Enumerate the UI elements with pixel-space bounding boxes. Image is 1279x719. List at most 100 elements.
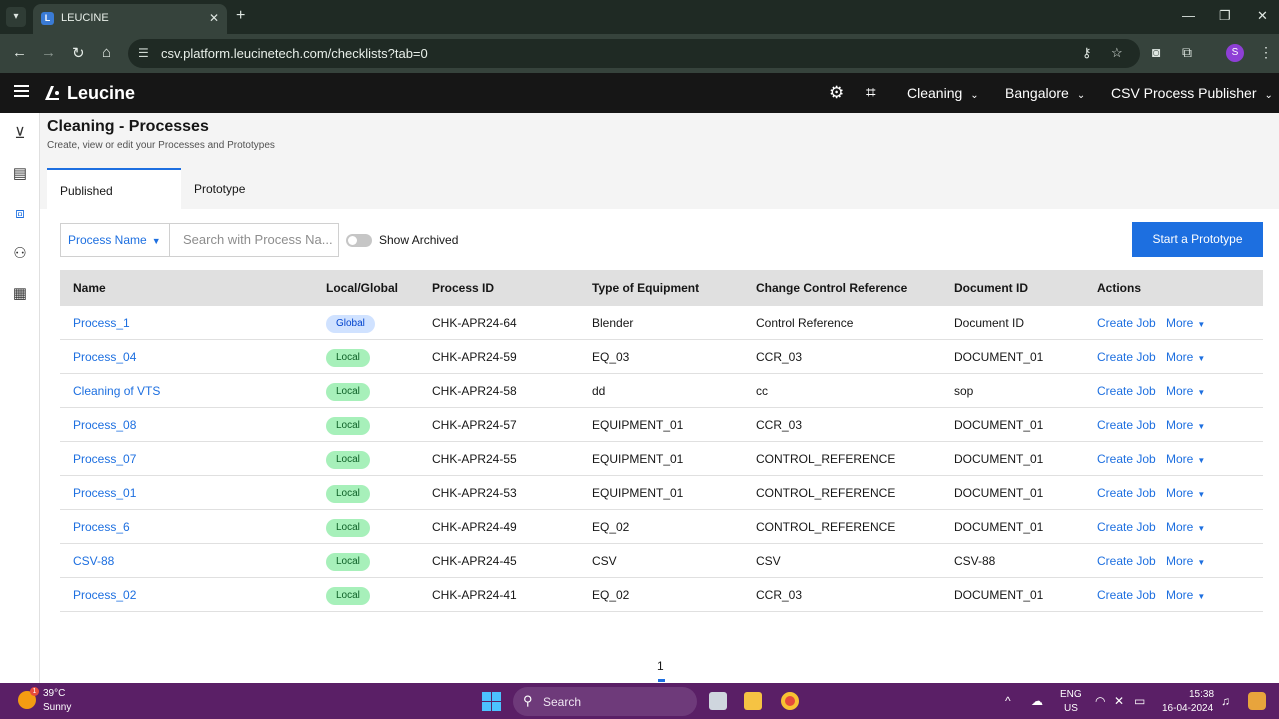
- show-archived-toggle[interactable]: [346, 234, 372, 247]
- processes-icon[interactable]: ⧈: [10, 204, 30, 224]
- create-job-link[interactable]: Create Job: [1097, 520, 1156, 534]
- search-field-select[interactable]: Process Name ▼: [60, 223, 170, 257]
- caret-down-icon: ▼: [1197, 456, 1206, 465]
- url-text[interactable]: csv.platform.leucinetech.com/checklists?…: [161, 46, 428, 61]
- tray-chevron-up-icon[interactable]: ^: [1005, 694, 1011, 708]
- reports-icon[interactable]: ▦: [10, 284, 30, 304]
- process-name-link[interactable]: Process_01: [73, 486, 136, 500]
- scope-badge: Local: [326, 485, 370, 503]
- ccr-cell: Control Reference: [756, 316, 854, 330]
- user-dropdown[interactable]: CSV Process Publisher ⌄: [1111, 85, 1273, 101]
- create-job-link[interactable]: Create Job: [1097, 452, 1156, 466]
- pagination-page[interactable]: 1: [657, 659, 664, 673]
- more-actions-dropdown[interactable]: More ▼: [1166, 520, 1205, 534]
- page-title: Cleaning - Processes: [47, 118, 209, 135]
- browser-tab[interactable]: L LEUCINE ✕: [33, 4, 227, 34]
- clock-time[interactable]: 15:38: [1189, 689, 1214, 700]
- new-tab-icon[interactable]: +: [236, 7, 245, 25]
- address-bar[interactable]: ☰ csv.platform.leucinetech.com/checklist…: [128, 39, 1140, 68]
- file-explorer-icon[interactable]: [744, 692, 762, 710]
- start-prototype-button[interactable]: Start a Prototype: [1132, 222, 1263, 257]
- inbox-icon[interactable]: ⊻: [10, 124, 30, 144]
- create-job-link[interactable]: Create Job: [1097, 588, 1156, 602]
- scope-badge: Global: [326, 315, 375, 333]
- region-indicator[interactable]: US: [1064, 703, 1078, 714]
- process-name-link[interactable]: Process_08: [73, 418, 136, 432]
- process-name-link[interactable]: Process_04: [73, 350, 136, 364]
- site-info-icon[interactable]: ☰: [138, 46, 149, 60]
- back-icon[interactable]: ←: [12, 44, 27, 61]
- taskbar-search[interactable]: ⚲ Search: [513, 687, 697, 716]
- checklist-icon[interactable]: ▤: [10, 164, 30, 184]
- chevron-down-icon: ⌄: [1076, 90, 1086, 101]
- facility-dropdown[interactable]: Cleaning ⌄: [907, 85, 979, 101]
- create-job-link[interactable]: Create Job: [1097, 554, 1156, 568]
- settings-gear-icon[interactable]: ⚙: [829, 83, 844, 103]
- chrome-icon[interactable]: [781, 692, 799, 710]
- equipment-cell: dd: [592, 384, 606, 398]
- column-header-ccr: Change Control Reference: [756, 281, 908, 295]
- process-name-link[interactable]: Process_1: [73, 316, 130, 330]
- ontology-icon[interactable]: ⚇: [10, 244, 30, 264]
- notification-bell-icon[interactable]: ♫: [1221, 694, 1230, 708]
- forward-icon[interactable]: →: [41, 44, 56, 61]
- tab-published[interactable]: Published: [47, 168, 181, 209]
- more-actions-dropdown[interactable]: More ▼: [1166, 316, 1205, 330]
- minimize-icon[interactable]: —: [1182, 8, 1195, 23]
- tab-close-icon[interactable]: ✕: [209, 11, 219, 25]
- restore-icon[interactable]: ❐: [1219, 8, 1231, 24]
- volume-muted-icon[interactable]: ✕: [1114, 694, 1124, 708]
- create-job-link[interactable]: Create Job: [1097, 418, 1156, 432]
- column-header-equipment: Type of Equipment: [592, 281, 700, 295]
- more-actions-dropdown[interactable]: More ▼: [1166, 554, 1205, 568]
- more-actions-dropdown[interactable]: More ▼: [1166, 350, 1205, 364]
- scan-icon[interactable]: ⌗: [866, 83, 876, 103]
- file-viewer-app-icon[interactable]: [709, 692, 727, 710]
- process-name-link[interactable]: Process_07: [73, 452, 136, 466]
- browser-menu-icon[interactable]: ⋮: [1259, 44, 1273, 61]
- home-icon[interactable]: ⌂: [102, 44, 111, 61]
- battery-icon[interactable]: ▭: [1134, 694, 1145, 708]
- more-actions-dropdown[interactable]: More ▼: [1166, 486, 1205, 500]
- process-name-link[interactable]: CSV-88: [73, 554, 114, 568]
- process-name-link[interactable]: Process_02: [73, 588, 136, 602]
- leucine-logo-icon: [45, 86, 59, 100]
- bookmark-star-icon[interactable]: ☆: [1111, 45, 1123, 61]
- document-id-cell: DOCUMENT_01: [954, 486, 1044, 500]
- equipment-cell: Blender: [592, 316, 634, 330]
- more-actions-dropdown[interactable]: More ▼: [1166, 384, 1205, 398]
- onedrive-cloud-icon[interactable]: ☁: [1031, 694, 1043, 708]
- process-name-link[interactable]: Process_6: [73, 520, 130, 534]
- process-name-link[interactable]: Cleaning of VTS: [73, 384, 160, 398]
- clock-date[interactable]: 16-04-2024: [1162, 703, 1213, 714]
- tab-prototype[interactable]: Prototype: [181, 168, 315, 209]
- password-key-icon[interactable]: ⚷: [1082, 45, 1092, 61]
- more-actions-label: More: [1166, 486, 1194, 500]
- tab-search-icon[interactable]: ▾: [6, 7, 26, 27]
- more-actions-dropdown[interactable]: More ▼: [1166, 588, 1205, 602]
- scope-badge: Local: [326, 451, 370, 469]
- windows-start-icon[interactable]: [482, 692, 501, 711]
- create-job-link[interactable]: Create Job: [1097, 316, 1156, 330]
- close-window-icon[interactable]: ✕: [1257, 8, 1268, 24]
- wifi-icon[interactable]: ◠: [1095, 694, 1105, 708]
- weather-description[interactable]: Sunny: [43, 702, 71, 713]
- site-dropdown[interactable]: Bangalore ⌄: [1005, 85, 1085, 101]
- camera-extension-icon[interactable]: ◙: [1152, 44, 1160, 60]
- extensions-icon[interactable]: ⧉: [1182, 44, 1192, 61]
- profile-avatar[interactable]: S: [1226, 44, 1244, 62]
- more-actions-dropdown[interactable]: More ▼: [1166, 452, 1205, 466]
- language-indicator[interactable]: ENG: [1060, 689, 1082, 700]
- copilot-icon[interactable]: [1248, 692, 1266, 710]
- create-job-link[interactable]: Create Job: [1097, 384, 1156, 398]
- processes-table: Name Local/Global Process ID Type of Equ…: [60, 270, 1263, 612]
- column-header-document-id: Document ID: [954, 281, 1029, 295]
- create-job-link[interactable]: Create Job: [1097, 350, 1156, 364]
- reload-icon[interactable]: ↻: [72, 44, 85, 62]
- hamburger-menu-icon[interactable]: [14, 85, 29, 97]
- create-job-link[interactable]: Create Job: [1097, 486, 1156, 500]
- more-actions-dropdown[interactable]: More ▼: [1166, 418, 1205, 432]
- weather-temperature[interactable]: 39°C: [43, 688, 65, 699]
- caret-down-icon: ▼: [1197, 490, 1206, 499]
- search-input[interactable]: Search with Process Na...: [170, 223, 339, 257]
